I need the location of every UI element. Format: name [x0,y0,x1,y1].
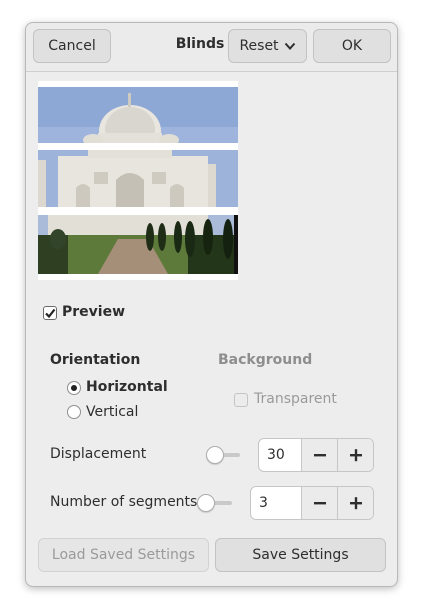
blinds-dialog: Cancel Blinds Reset OK Preview Orientati… [25,22,398,587]
segments-spinbutton[interactable]: 3 [250,486,374,520]
segments-increment-button[interactable] [337,487,373,519]
cancel-button-label: Cancel [48,38,96,54]
blind-stripe [38,87,238,143]
segments-decrement-button[interactable] [301,487,337,519]
displacement-value[interactable]: 30 [259,439,301,471]
reset-button-label: Reset [239,38,279,54]
segments-slider-handle[interactable] [197,494,215,512]
transparent-checkbox[interactable] [234,393,248,407]
background-heading: Background [218,352,313,368]
transparent-label: Transparent [254,391,337,407]
chevron-down-icon [284,42,295,50]
ok-button[interactable]: OK [313,29,391,63]
blind-stripe [38,150,238,207]
displacement-slider-handle[interactable] [206,446,224,464]
blind-stripe [38,215,238,274]
displacement-increment-button[interactable] [337,439,373,471]
horizontal-label: Horizontal [86,379,168,395]
save-settings-label: Save Settings [252,547,349,563]
displacement-label: Displacement [50,446,147,462]
reset-dropdown-button[interactable]: Reset [228,29,307,63]
load-saved-settings-button[interactable]: Load Saved Settings [38,538,209,572]
segments-value[interactable]: 3 [251,487,301,519]
preview-checkbox[interactable] [43,306,57,320]
cancel-button[interactable]: Cancel [33,29,111,63]
vertical-radio[interactable] [67,405,81,419]
vertical-label: Vertical [86,404,139,420]
segments-label: Number of segments [50,494,198,510]
checkmark-icon [45,308,56,319]
plus-icon [349,449,362,462]
ok-button-label: OK [341,38,363,54]
preview-image [38,81,238,280]
preview-label: Preview [62,304,126,320]
minus-icon [313,502,326,505]
orientation-heading: Orientation [50,352,141,368]
displacement-decrement-button[interactable] [301,439,337,471]
minus-icon [313,454,326,457]
header-bar: Cancel Blinds Reset OK [26,23,397,72]
save-settings-button[interactable]: Save Settings [215,538,386,572]
dialog-title: Blinds [175,36,225,52]
horizontal-radio[interactable] [67,381,81,395]
plus-icon [349,497,362,510]
load-saved-settings-label: Load Saved Settings [51,547,196,563]
displacement-spinbutton[interactable]: 30 [258,438,374,472]
